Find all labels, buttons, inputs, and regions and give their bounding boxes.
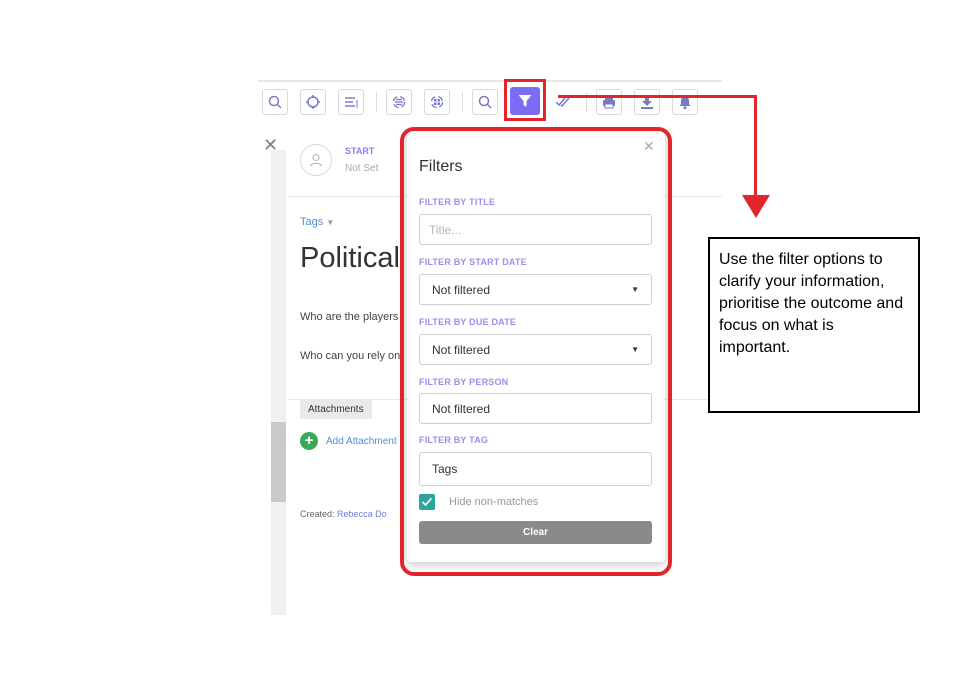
- expand-icon[interactable]: [386, 89, 412, 115]
- annotation-arrow-line: [754, 95, 757, 197]
- close-icon[interactable]: ✕: [263, 136, 278, 154]
- arrow-down-icon: [742, 195, 770, 218]
- callout-text: Use the filter options to clarify your i…: [708, 237, 920, 413]
- created-label: Created:: [300, 509, 335, 519]
- start-value[interactable]: Not Set: [345, 163, 378, 174]
- start-label: START: [345, 146, 375, 156]
- avatar[interactable]: [300, 144, 332, 176]
- creator-link[interactable]: Rebecca Do: [337, 509, 387, 519]
- question-text: Who are the players: [300, 311, 399, 323]
- side-panel-strip: ✕: [258, 122, 288, 615]
- print-icon[interactable]: [596, 89, 622, 115]
- filter-button-highlight: [504, 79, 546, 121]
- toolbar-divider: [376, 92, 377, 112]
- toolbar-divider: [462, 92, 463, 112]
- scrollbar-track[interactable]: [271, 150, 286, 615]
- check-all-icon[interactable]: [550, 89, 576, 115]
- toolbar: [258, 80, 722, 122]
- tags-label: Tags: [300, 216, 324, 228]
- zoom-icon[interactable]: [262, 89, 288, 115]
- outline-icon[interactable]: [338, 89, 364, 115]
- attachments-tab[interactable]: Attachments: [300, 400, 372, 419]
- download-icon[interactable]: [634, 89, 660, 115]
- annotation-arrow-line: [558, 95, 757, 98]
- reorganize-icon[interactable]: [424, 89, 450, 115]
- scrollbar-thumb[interactable]: [271, 422, 286, 502]
- add-attachment-label: Add Attachment: [326, 435, 397, 447]
- created-by: Created: Rebecca Do: [300, 509, 387, 519]
- add-attachment-button[interactable]: + Add Attachment: [300, 432, 397, 450]
- question-text: Who can you rely on: [300, 350, 401, 362]
- search-icon[interactable]: [472, 89, 498, 115]
- user-icon: [309, 153, 323, 167]
- popup-highlight: [400, 127, 672, 576]
- bell-icon[interactable]: [672, 89, 698, 115]
- chevron-down-icon: ▼: [326, 218, 335, 227]
- plus-icon: +: [300, 432, 318, 450]
- target-icon[interactable]: [300, 89, 326, 115]
- tags-dropdown[interactable]: Tags ▼: [300, 216, 334, 228]
- card-title[interactable]: Political: [300, 242, 400, 275]
